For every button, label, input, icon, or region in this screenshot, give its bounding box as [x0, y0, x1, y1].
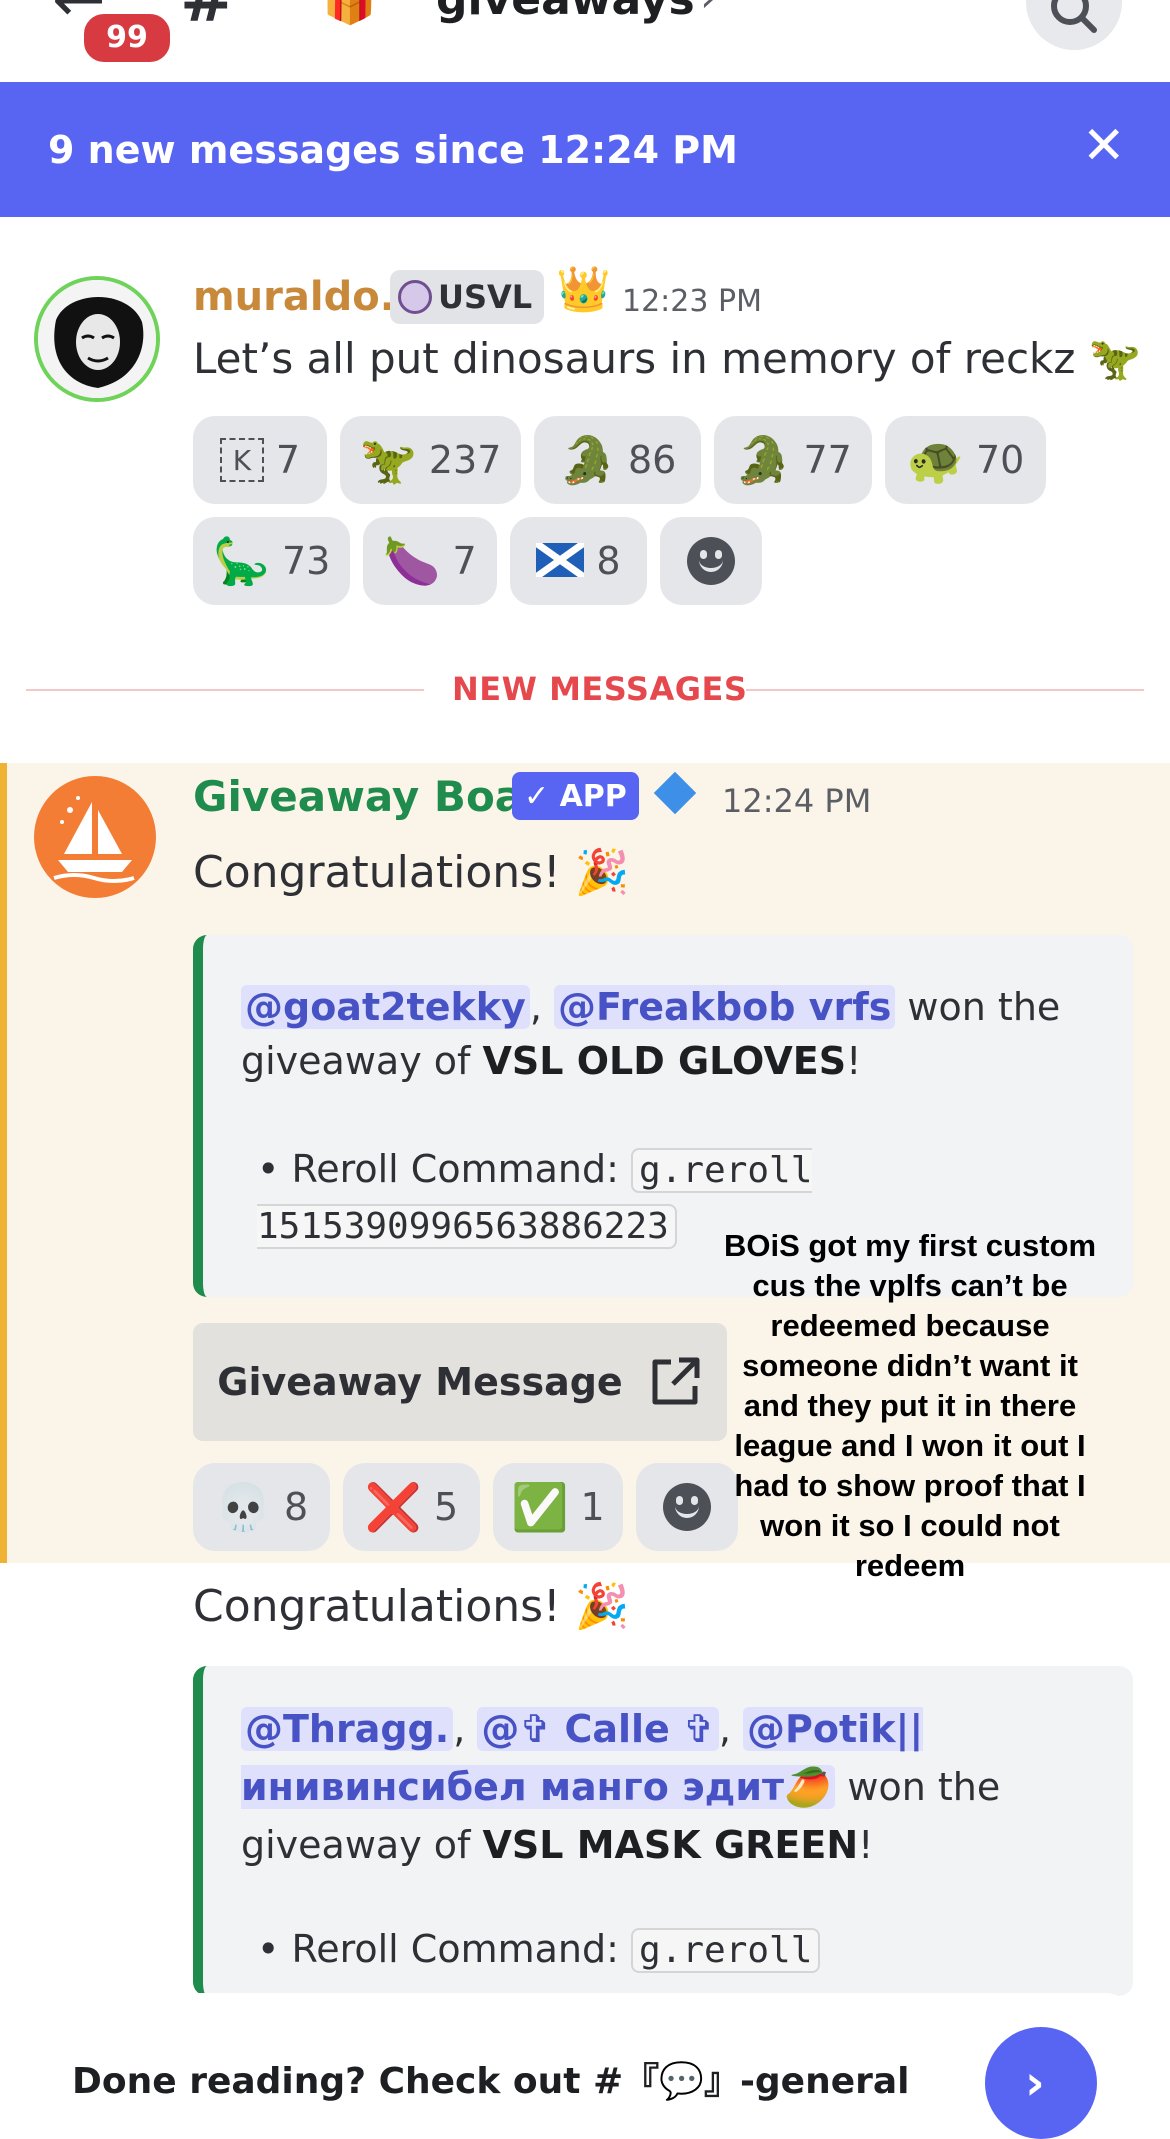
reroll-label: • Reroll Command: [257, 1927, 631, 1971]
channel-title[interactable]: giveaways [436, 0, 695, 22]
avatar[interactable] [34, 776, 156, 898]
cross-mark-icon: ❌ [364, 1480, 423, 1534]
reaction-count: 5 [434, 1485, 459, 1529]
role-tag-label: USVL [438, 278, 533, 316]
banner-text: 9 new messages since 12:24 PM [48, 128, 738, 172]
new-messages-banner[interactable]: 9 new messages since 12:24 PM ✕ [0, 82, 1170, 217]
user-mention[interactable]: @goat2tekky [241, 985, 530, 1029]
reaction-count: 77 [803, 438, 852, 482]
close-icon[interactable]: ✕ [1082, 120, 1126, 172]
reaction-count: 70 [975, 438, 1025, 482]
message-timestamp: 12:23 PM [622, 284, 762, 319]
reaction-turtle[interactable]: 🐢 70 [885, 416, 1046, 504]
reaction-count: 7 [452, 539, 477, 583]
reaction-scotland-flag[interactable]: 8 [510, 517, 647, 605]
reaction-t-rex[interactable]: 🦖 237 [340, 416, 521, 504]
unread-badge: 99 [80, 10, 174, 66]
message-author[interactable]: muraldo. [193, 274, 395, 320]
prize-name: VSL MASK GREEN [482, 1823, 859, 1867]
reaction-count: 8 [284, 1485, 309, 1529]
check-mark-icon: ✅ [511, 1480, 569, 1534]
reroll-line: • Reroll Command: g.reroll [241, 1920, 1133, 1980]
add-reaction-icon [687, 537, 735, 585]
reaction-count: 73 [281, 539, 331, 583]
eggplant-icon: 🍆 [383, 534, 441, 588]
overlay-caption: BOiS got my first custom cus the vplfs c… [723, 1228, 1097, 1583]
reaction-skull[interactable]: 💀 8 [193, 1463, 330, 1551]
chevron-right-icon[interactable]: › [700, 0, 717, 18]
reaction-check-mark[interactable]: ✅ 1 [493, 1463, 623, 1551]
reaction-k[interactable]: K 7 [193, 416, 327, 504]
chevron-right-icon: › [1025, 2055, 1045, 2111]
add-reaction-button[interactable] [660, 517, 762, 605]
done-reading-text: Done reading? Check out #『💬』-general [72, 2061, 910, 2102]
user-mention[interactable]: @Freakbob vrfs [553, 985, 896, 1029]
role-icon [398, 280, 432, 314]
reaction-count: 1 [580, 1485, 605, 1529]
message-text: Congratulations! 🎉 [193, 847, 630, 898]
divider-line-left [26, 689, 424, 691]
crown-icon: 👑 [556, 264, 611, 315]
user-mention[interactable]: @Thragg. [241, 1707, 454, 1751]
search-icon [1051, 0, 1097, 33]
reaction-cross-mark[interactable]: ❌ 5 [343, 1463, 480, 1551]
k-emoji-icon: K [219, 438, 264, 482]
giveaway-embed: @Thragg., @✞ Calle ✞, @Potik||инивинсибе… [193, 1666, 1133, 1996]
reaction-count: 237 [428, 438, 502, 482]
message-text: Congratulations! 🎉 [193, 1581, 630, 1632]
hash-icon: # [180, 0, 235, 32]
user-mention[interactable]: @✞ Calle ✞ [477, 1707, 719, 1751]
message-author[interactable]: Giveaway Boat [193, 772, 543, 821]
reaction-crocodile-green[interactable]: 🐊 86 [534, 416, 701, 504]
turtle-icon: 🐢 [906, 433, 964, 487]
avatar-image [38, 280, 156, 398]
message-timestamp: 12:24 PM [722, 782, 872, 820]
crocodile-icon: 🐊 [734, 433, 792, 487]
t-rex-icon: 🦖 [359, 433, 417, 487]
reaction-sauropod[interactable]: 🦕 73 [193, 517, 350, 605]
reroll-code[interactable]: g.reroll [631, 1928, 821, 1973]
channel-header: ← 99 # 🎁 giveaways › [0, 0, 1170, 85]
role-tag[interactable]: USVL [390, 270, 545, 324]
reaction-count: 7 [275, 438, 301, 482]
winners-line: @Thragg., @✞ Calle ✞, @Potik||инивинсибе… [241, 1707, 1001, 1867]
scotland-flag-icon [534, 538, 587, 584]
mention-highlight-bar [0, 763, 7, 1563]
sauropod-icon: 🦕 [212, 534, 270, 588]
reaction-count: 86 [627, 438, 677, 482]
winners-line: @goat2tekky, @Freakbob vrfs won the give… [241, 985, 1061, 1083]
next-channel-button[interactable]: › [985, 2027, 1097, 2139]
crocodile-icon: 🐊 [558, 433, 616, 487]
reaction-eggplant[interactable]: 🍆 7 [363, 517, 497, 605]
gift-icon: 🎁 [322, 0, 377, 27]
reroll-label: • Reroll Command: [257, 1147, 631, 1191]
external-link-icon [652, 1357, 700, 1405]
giveaway-message-label: Giveaway Message [217, 1360, 623, 1404]
skull-icon: 💀 [214, 1480, 273, 1534]
new-messages-divider: NEW MESSAGES [452, 670, 748, 708]
search-button[interactable] [1026, 0, 1122, 50]
avatar[interactable] [34, 276, 160, 402]
divider-line-right [746, 689, 1144, 691]
giveaway-message-button[interactable]: Giveaway Message [193, 1323, 727, 1441]
reaction-crocodile[interactable]: 🐊 77 [714, 416, 872, 504]
sailboat-icon [53, 796, 135, 883]
reaction-count: 8 [596, 539, 621, 583]
prize-name: VSL OLD GLOVES [482, 1039, 847, 1083]
message-text: Let’s all put dinosaurs in memory of rec… [193, 334, 1142, 383]
add-reaction-icon [663, 1483, 711, 1531]
app-tag: ✓ APP [512, 772, 639, 820]
